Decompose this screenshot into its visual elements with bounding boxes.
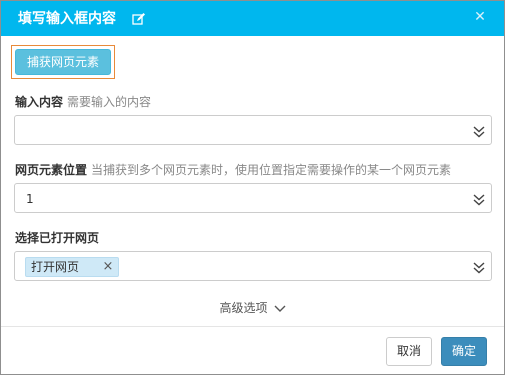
opened-page-tag: 打开网页 ×: [25, 257, 119, 277]
dialog: 填写输入框内容 ✕ 捕获网页元素 输入内容 需要输入的内容 网页元素位置 当捕获到多…: [0, 0, 505, 375]
advanced-options-toggle[interactable]: 高级选项: [1, 300, 504, 317]
element-position-value: 1: [26, 192, 34, 206]
capture-highlight: 捕获网页元素: [11, 45, 115, 79]
ok-button[interactable]: 确定: [441, 337, 487, 366]
opened-page-label-text: 选择已打开网页: [15, 231, 100, 245]
input-content-hint: 需要输入的内容: [67, 95, 152, 109]
chevron-down-icon: [274, 301, 286, 317]
input-content-field[interactable]: [14, 115, 492, 145]
double-chevron-down-icon[interactable]: [473, 124, 485, 138]
dialog-titlebar: 填写输入框内容 ✕: [1, 1, 504, 36]
input-content-label: 输入内容 需要输入的内容: [15, 94, 151, 110]
close-icon[interactable]: ✕: [473, 9, 487, 25]
tag-remove-icon[interactable]: ×: [101, 258, 115, 276]
double-chevron-down-icon[interactable]: [473, 260, 485, 274]
opened-page-select[interactable]: 打开网页 ×: [14, 251, 492, 281]
opened-page-label: 选择已打开网页: [15, 230, 99, 246]
element-position-hint: 当捕获到多个网页元素时，使用位置指定需要操作的某一个网页元素: [91, 163, 452, 177]
element-position-field[interactable]: 1: [14, 183, 492, 213]
opened-page-tag-label: 打开网页: [31, 260, 80, 274]
dialog-title: 填写输入框内容: [18, 11, 116, 27]
input-content-label-text: 输入内容: [15, 95, 64, 109]
cancel-button[interactable]: 取消: [386, 337, 432, 366]
double-chevron-down-icon[interactable]: [473, 192, 485, 206]
element-position-label: 网页元素位置 当捕获到多个网页元素时，使用位置指定需要操作的某一个网页元素: [15, 162, 451, 178]
advanced-options-label: 高级选项: [219, 301, 268, 315]
edit-icon[interactable]: [132, 11, 146, 25]
footer-divider: [1, 326, 504, 327]
element-position-label-text: 网页元素位置: [15, 163, 88, 177]
capture-element-button[interactable]: 捕获网页元素: [15, 49, 111, 75]
